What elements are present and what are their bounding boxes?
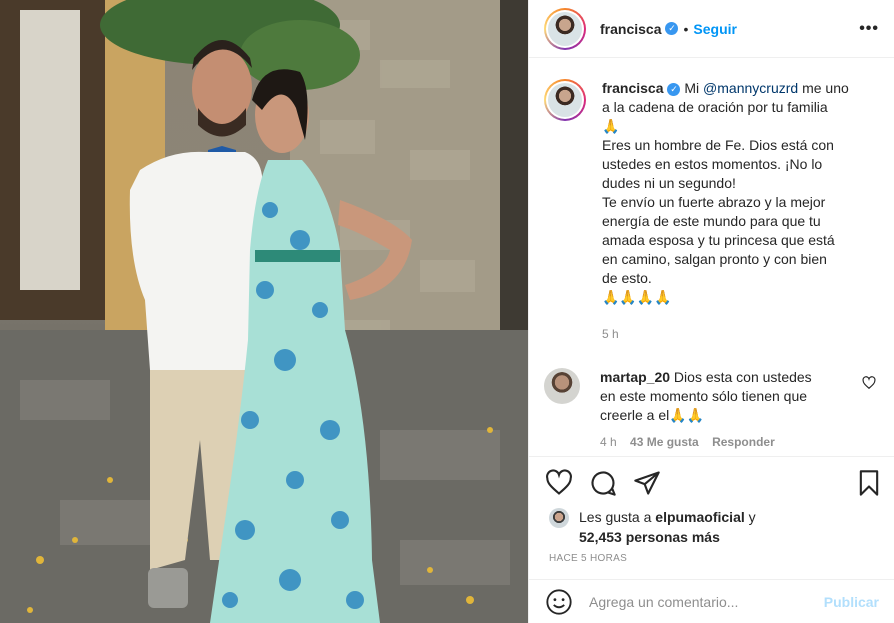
post-side-panel: francisca ✓ • Seguir ••• francisca ✓ Mi @… — [528, 0, 894, 623]
comments-list[interactable]: francisca ✓ Mi @mannycruzrd me uno a la c… — [529, 59, 894, 455]
caption-line-6: dudes ni un segundo! — [602, 175, 736, 191]
author-username[interactable]: francisca — [600, 21, 661, 37]
commenter-username[interactable]: martap_20 — [600, 369, 670, 385]
publish-button[interactable]: Publicar — [824, 594, 879, 610]
share-paper-plane-icon[interactable] — [633, 469, 661, 497]
verified-badge-icon: ✓ — [665, 22, 679, 35]
post-caption: francisca ✓ Mi @mannycruzrd me uno a la c… — [544, 59, 880, 344]
like-heart-icon[interactable] — [545, 469, 573, 497]
follow-button[interactable]: Seguir — [693, 21, 737, 37]
emoji-smile-icon[interactable] — [545, 588, 573, 616]
caption-line-12: 🙏🙏🙏🙏 — [602, 289, 672, 305]
caption-avatar-image — [548, 83, 582, 117]
comment-likes[interactable]: 43 Me gusta — [630, 435, 699, 449]
comment-text: martap_20 Dios esta con ustedes en este … — [600, 368, 860, 452]
liker-avatar[interactable] — [549, 508, 569, 528]
likes-prefix: Les gusta a — [579, 509, 656, 525]
caption-line-1: me uno — [798, 80, 849, 96]
comment-meta: 4 h 43 Me gusta Responder — [600, 433, 860, 452]
comment-like-heart-icon[interactable] — [862, 376, 876, 390]
save-bookmark-icon[interactable] — [855, 469, 883, 497]
comment-bubble-icon[interactable] — [589, 469, 617, 497]
caption-time[interactable]: 5 h — [602, 325, 874, 344]
add-comment-bar: Publicar — [529, 579, 894, 623]
caption-line-9: amada esposa y tu princesa que está — [602, 232, 835, 248]
caption-line-10: en camino, salgan pronto y con bien — [602, 251, 827, 267]
post-actions: Les gusta a elpumaoficial y 52,453 perso… — [529, 456, 894, 579]
post-header: francisca ✓ • Seguir ••• — [529, 0, 894, 58]
caption-line-4: Eres un hombre de Fe. Dios está con — [602, 137, 834, 153]
mention-link[interactable]: @mannycruzrd — [703, 80, 798, 96]
caption-avatar[interactable] — [544, 79, 586, 121]
more-options-icon[interactable]: ••• — [859, 20, 879, 38]
caption-username[interactable]: francisca — [602, 80, 663, 96]
caption-line-3: 🙏 — [602, 118, 620, 134]
liker-username[interactable]: elpumaoficial — [655, 509, 744, 525]
caption-line-11: de esto. — [602, 270, 652, 286]
commenter-avatar[interactable] — [544, 368, 580, 404]
reply-button[interactable]: Responder — [712, 435, 775, 449]
caption-line-7: Te envío un fuerte abrazo y la mejor — [602, 194, 826, 210]
comment-item: martap_20 Dios esta con ustedes en este … — [544, 368, 880, 452]
author-avatar-image — [548, 11, 582, 46]
comment-line-1: Dios esta con ustedes — [670, 369, 812, 385]
caption-text: francisca ✓ Mi @mannycruzrd me uno a la c… — [602, 79, 874, 344]
likes-summary: Les gusta a elpumaoficial y 52,453 perso… — [549, 507, 879, 547]
header-separator: • — [683, 20, 689, 37]
comment-time[interactable]: 4 h — [600, 435, 617, 449]
caption-line-5: ustedes en estos momentos. ¡No lo — [602, 156, 823, 172]
comment-line-2: en este momento sólo tienen que — [600, 388, 808, 404]
likes-count[interactable]: 52,453 personas más — [579, 529, 720, 545]
comment-line-3: creerle a el🙏🙏 — [600, 407, 705, 423]
post-timestamp[interactable]: HACE 5 HORAS — [549, 553, 627, 564]
comment-input[interactable] — [589, 593, 809, 610]
instagram-post-modal: francisca ✓ • Seguir ••• francisca ✓ Mi @… — [0, 0, 894, 623]
verified-badge-icon: ✓ — [667, 83, 681, 96]
photo-illustration — [0, 0, 528, 623]
caption-word: Mi — [684, 80, 700, 96]
likes-and: y — [744, 509, 756, 525]
caption-line-8: energía de este mundo para que tu — [602, 213, 821, 229]
author-avatar[interactable] — [544, 7, 586, 50]
post-photo[interactable] — [0, 0, 528, 623]
action-bar — [545, 469, 881, 499]
caption-line-2: a la cadena de oración por tu familia — [602, 99, 828, 115]
